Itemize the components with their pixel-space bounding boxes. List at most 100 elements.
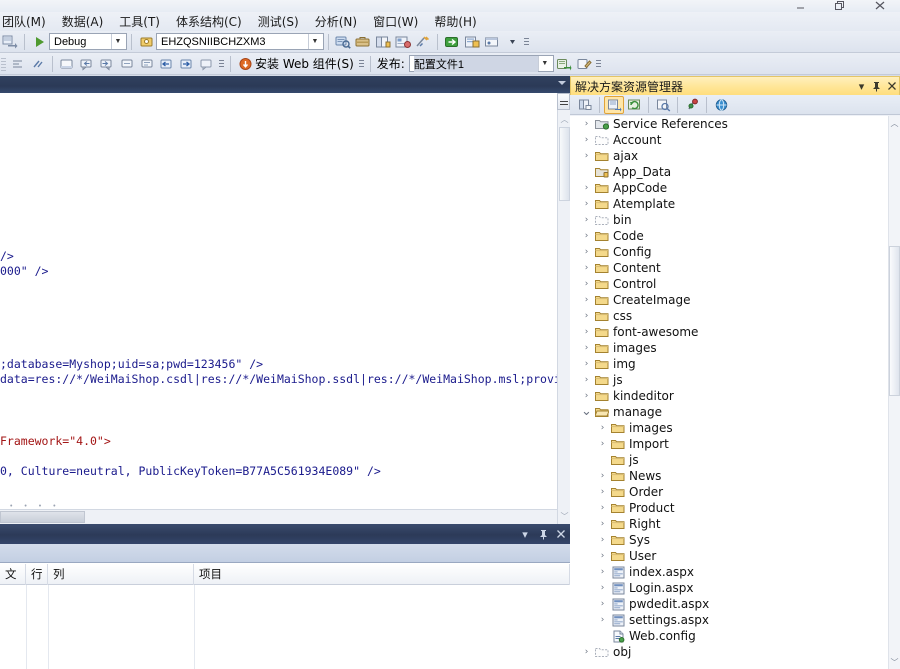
publish-profile-combo[interactable]: 配置文件1 ▼ bbox=[408, 55, 554, 72]
tree-item[interactable]: › Content bbox=[570, 260, 900, 276]
chevron-right-icon[interactable]: › bbox=[596, 500, 609, 516]
menu-item-test[interactable]: 测试(S) bbox=[250, 11, 307, 32]
close-icon[interactable] bbox=[552, 525, 570, 543]
toolbar-overflow-grip[interactable] bbox=[217, 56, 226, 72]
edit-publish-icon[interactable] bbox=[574, 55, 594, 73]
tree-item[interactable]: › obj bbox=[570, 644, 900, 660]
pin-icon[interactable] bbox=[869, 78, 884, 95]
indent-right-icon[interactable] bbox=[137, 55, 157, 73]
chevron-right-icon[interactable]: › bbox=[580, 148, 593, 164]
tree-item[interactable]: › CreateImage bbox=[570, 292, 900, 308]
view-in-browser-icon[interactable] bbox=[711, 96, 731, 114]
code-snippet-icon[interactable] bbox=[413, 33, 433, 51]
chevron-right-icon[interactable]: › bbox=[580, 644, 593, 660]
chevron-right-icon[interactable]: › bbox=[580, 388, 593, 404]
chevron-down-icon[interactable]: ﹀ bbox=[889, 656, 900, 668]
chevron-right-icon[interactable]: › bbox=[580, 132, 593, 148]
navigate-backward-icon[interactable] bbox=[0, 33, 20, 51]
solution-config-combo[interactable]: Debug ▼ bbox=[49, 33, 127, 50]
outdent-blue-icon[interactable] bbox=[157, 55, 177, 73]
chevron-right-icon[interactable]: › bbox=[596, 564, 609, 580]
solution-explorer-icon[interactable] bbox=[462, 33, 482, 51]
chevron-down-icon[interactable]: ▾ bbox=[854, 78, 869, 95]
tree-item[interactable]: › kindeditor bbox=[570, 388, 900, 404]
chevron-right-icon[interactable]: › bbox=[580, 212, 593, 228]
menu-item-architecture[interactable]: 体系结构(C) bbox=[168, 11, 250, 32]
chevron-right-icon[interactable]: › bbox=[580, 324, 593, 340]
tree-item[interactable]: › Service References bbox=[570, 116, 900, 132]
comment-selection-icon[interactable] bbox=[28, 55, 48, 73]
tree-item[interactable]: › Product bbox=[570, 500, 900, 516]
publish-web-icon[interactable] bbox=[554, 55, 574, 73]
startup-project-combo[interactable]: EHZQSNIIBCHZXM3 ▼ bbox=[156, 33, 324, 50]
tree-item[interactable]: › bin bbox=[570, 212, 900, 228]
chevron-right-icon[interactable]: › bbox=[596, 468, 609, 484]
tree-item[interactable]: › font-awesome bbox=[570, 324, 900, 340]
view-designer-icon[interactable] bbox=[682, 96, 702, 114]
tree-item[interactable]: › js bbox=[570, 372, 900, 388]
toolbar-drag-handle[interactable] bbox=[0, 55, 6, 72]
tree-item[interactable]: › Right bbox=[570, 516, 900, 532]
tree-item[interactable]: › News bbox=[570, 468, 900, 484]
install-web-icon[interactable] bbox=[235, 55, 255, 73]
editor-text-surface[interactable]: /> 000" /> ;database=Myshop;uid=sa;pwd=12… bbox=[0, 93, 570, 524]
chevron-right-icon[interactable]: › bbox=[596, 580, 609, 596]
tree-item[interactable]: › Import bbox=[570, 436, 900, 452]
tree-item[interactable]: › images bbox=[570, 340, 900, 356]
chevron-right-icon[interactable]: › bbox=[580, 340, 593, 356]
chevron-down-icon[interactable] bbox=[558, 81, 566, 85]
chevron-right-icon[interactable]: › bbox=[596, 436, 609, 452]
error-list-column-header[interactable]: 行 bbox=[26, 563, 48, 585]
tree-item[interactable]: › img bbox=[570, 356, 900, 372]
chevron-right-icon[interactable]: › bbox=[596, 516, 609, 532]
indent-blue-icon[interactable] bbox=[177, 55, 197, 73]
chevron-right-icon[interactable]: › bbox=[580, 196, 593, 212]
comment-left-icon[interactable] bbox=[77, 55, 97, 73]
close-icon[interactable] bbox=[884, 78, 899, 95]
tree-item[interactable]: › Code bbox=[570, 228, 900, 244]
solution-explorer-scroll-thumb[interactable] bbox=[889, 246, 900, 396]
error-list-toolbar[interactable] bbox=[0, 544, 570, 563]
format-document-icon[interactable] bbox=[8, 55, 28, 73]
tree-item[interactable]: › settings.aspx bbox=[570, 612, 900, 628]
editor-vertical-scrollbar[interactable]: ︿ ﹀ bbox=[557, 93, 570, 524]
chevron-right-icon[interactable]: › bbox=[580, 276, 593, 292]
chevron-right-icon[interactable]: › bbox=[580, 228, 593, 244]
tree-item[interactable]: › Control bbox=[570, 276, 900, 292]
chevron-up-icon[interactable]: ︿ bbox=[559, 113, 570, 125]
split-window-icon[interactable] bbox=[557, 93, 570, 110]
panel-icon[interactable] bbox=[57, 55, 77, 73]
error-list-rows[interactable] bbox=[0, 585, 571, 669]
target-project-icon[interactable] bbox=[136, 33, 156, 51]
chevron-right-icon[interactable]: › bbox=[580, 260, 593, 276]
toolbar-overflow-chevron-icon[interactable] bbox=[502, 33, 522, 51]
tree-item[interactable]: › Login.aspx bbox=[570, 580, 900, 596]
view-code-icon[interactable] bbox=[653, 96, 673, 114]
step-into-icon[interactable] bbox=[442, 33, 462, 51]
indent-left-icon[interactable] bbox=[117, 55, 137, 73]
error-list-column-header[interactable]: 文 bbox=[0, 563, 26, 585]
toolbar-overflow-grip[interactable] bbox=[594, 56, 603, 72]
collapse-icon[interactable] bbox=[197, 55, 217, 73]
chevron-right-icon[interactable]: › bbox=[596, 596, 609, 612]
tree-item[interactable]: ⌄ manage bbox=[570, 404, 900, 420]
menu-item-help[interactable]: 帮助(H) bbox=[426, 11, 484, 32]
chevron-right-icon[interactable]: › bbox=[580, 372, 593, 388]
editor-vscroll-thumb[interactable] bbox=[559, 127, 570, 201]
pin-icon[interactable] bbox=[534, 525, 552, 543]
menu-item-team[interactable]: 团队(M) bbox=[0, 11, 54, 32]
refresh-icon[interactable] bbox=[624, 96, 644, 114]
editor-hscroll-thumb[interactable] bbox=[0, 511, 85, 523]
tree-item[interactable]: › Atemplate bbox=[570, 196, 900, 212]
chevron-right-icon[interactable]: › bbox=[580, 292, 593, 308]
editor-horizontal-scrollbar[interactable]: › bbox=[0, 509, 570, 524]
chevron-right-icon[interactable]: › bbox=[580, 116, 593, 132]
tree-item[interactable]: Web.config bbox=[570, 628, 900, 644]
chevron-right-icon[interactable]: › bbox=[580, 180, 593, 196]
toolbar-overflow-grip[interactable] bbox=[522, 34, 531, 50]
chevron-right-icon[interactable]: › bbox=[580, 356, 593, 372]
comment-right-icon[interactable] bbox=[97, 55, 117, 73]
tree-item[interactable]: › index.aspx bbox=[570, 564, 900, 580]
chevron-right-icon[interactable]: › bbox=[596, 612, 609, 628]
chevron-down-icon[interactable]: ▼ bbox=[111, 34, 124, 49]
